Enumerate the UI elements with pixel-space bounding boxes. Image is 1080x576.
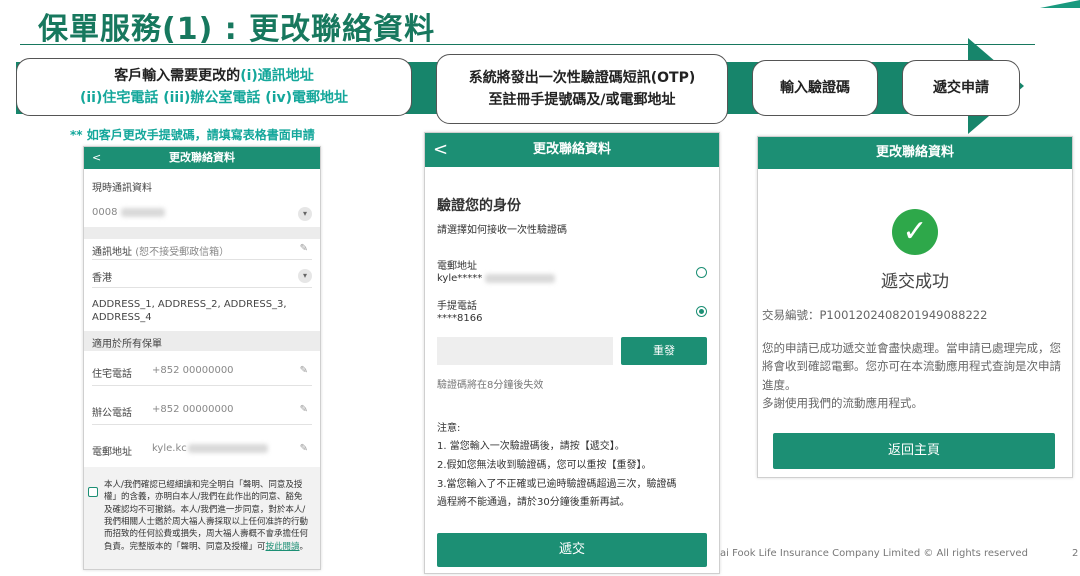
screen2-header-title: 更改聯絡資料	[532, 142, 611, 157]
edit-pencil-icon[interactable]: ✎	[300, 365, 308, 376]
corner-decoration	[1040, 0, 1080, 8]
current-info-value: 0008	[92, 207, 118, 218]
success-title: 遞交成功	[881, 272, 949, 292]
flow-step-1-highlight: (i)通訊地址	[240, 67, 314, 84]
blurred-text	[188, 444, 268, 453]
success-check-icon: ✓	[892, 209, 938, 255]
consent-read-link[interactable]: 按此閱讀	[266, 542, 300, 552]
flow-step-1-line-1: 客戶輸入需要更改的(i)通訊地址	[114, 65, 314, 87]
notice-item-2: 2.假如您無法收到驗證碼，您可以重按【重發】。	[437, 460, 652, 471]
address-lines[interactable]: ADDRESS_1, ADDRESS_2, ADDRESS_3, ADDRESS…	[92, 299, 312, 324]
section-label: 適用於所有保單	[92, 339, 162, 350]
page-title: 保單服務(1) : 更改聯絡資料	[38, 12, 436, 47]
consent-section: 本人/我們確認已經細讀和完全明白「聲明、同意及授權」的含義，亦明白本人/我們在此…	[84, 467, 320, 569]
address-label-row: 通訊地址 (恕不接受郵政信箱）	[92, 243, 312, 258]
home-phone-row[interactable]: 住宅電話 +852 00000000	[92, 365, 312, 380]
flow-step-2-line-2: 至註冊手提號碼及/或電郵地址	[488, 92, 676, 108]
screen1-header: < 更改聯絡資料	[84, 147, 320, 169]
resend-button[interactable]: 重發	[621, 337, 707, 365]
screen-verify-identity: < 更改聯絡資料 驗證您的身份 請選擇如何接收一次性驗證碼 電郵地址 kyle*…	[424, 132, 720, 574]
office-phone-label: 辦公電話	[92, 408, 132, 419]
otp-input[interactable]	[437, 337, 613, 365]
notice-title: 注意:	[437, 423, 461, 434]
address-hint: (恕不接受郵政信箱）	[135, 247, 230, 258]
otp-expiry-text: 驗證碼將在8分鐘後失效	[437, 380, 544, 391]
email-radio[interactable]	[696, 267, 707, 278]
divider	[92, 259, 312, 260]
flow-step-1-prefix: 客戶輸入需要更改的	[114, 67, 241, 84]
divider	[92, 287, 312, 288]
verify-heading: 驗證您的身份	[437, 198, 521, 214]
back-arrow-icon[interactable]: <	[92, 147, 101, 169]
flow-step-1: 客戶輸入需要更改的(i)通訊地址 (ii)住宅電話 (iii)辦公室電話 (iv…	[16, 58, 412, 116]
mobile-option-label: 手提電話	[437, 301, 477, 312]
divider	[92, 385, 312, 386]
mobile-radio[interactable]	[696, 306, 707, 317]
consent-text: 本人/我們確認已經細讀和完全明白「聲明、同意及授權」的含義，亦明白本人/我們在此…	[104, 479, 310, 553]
back-arrow-icon[interactable]: <	[433, 133, 448, 167]
mobile-option-value: ****8166	[437, 313, 483, 324]
edit-pencil-icon[interactable]: ✎	[300, 243, 308, 254]
screen-change-contact-form: < 更改聯絡資料 現時通訊資料 0008 ▾ 通訊地址 (恕不接受郵政信箱） ✎…	[83, 146, 321, 570]
screen2-header: < 更改聯絡資料	[425, 133, 719, 167]
home-phone-value: +852 00000000	[152, 365, 234, 376]
blurred-text	[120, 207, 165, 217]
region-select[interactable]: 香港	[92, 269, 312, 284]
office-phone-value: +852 00000000	[152, 404, 234, 415]
chevron-down-icon[interactable]: ▾	[298, 269, 312, 283]
email-option-value: kyle*****	[437, 273, 483, 284]
transaction-number: 交易編號：P1001202408201949088222	[762, 308, 988, 322]
flow-step-4: 遞交申請	[902, 60, 1020, 116]
footer-copyright: ai Fook Life Insurance Company Limited ©…	[720, 548, 1028, 559]
verify-subheading: 請選擇如何接收一次性驗證碼	[437, 225, 567, 236]
office-phone-row[interactable]: 辦公電話 +852 00000000	[92, 404, 312, 419]
email-row[interactable]: 電郵地址 kyle.kc	[92, 443, 312, 458]
consent-checkbox[interactable]	[88, 487, 98, 497]
divider	[92, 424, 312, 425]
consent-end: 。	[299, 541, 309, 552]
email-option-value-row: kyle*****	[437, 273, 556, 284]
email-value: kyle.kc	[152, 443, 187, 454]
section-divider	[84, 227, 320, 239]
success-message: 您的申請已成功遞交並會盡快處理。當申請已處理完成，您將會收到確認電郵。您亦可在本…	[762, 339, 1066, 413]
email-label: 電郵地址	[92, 447, 132, 458]
screen-submit-success: 更改聯絡資料 ✓ 遞交成功 交易編號：P10012024082019490882…	[757, 136, 1073, 478]
screen3-header: 更改聯絡資料	[758, 137, 1072, 169]
flow-step-1-line-2: (ii)住宅電話 (iii)辦公室電話 (iv)電郵地址	[79, 90, 349, 106]
email-option-label: 電郵地址	[437, 261, 477, 272]
notice-item-3a: 3.當您輸入了不正確或已逾時驗證碼超過三次，驗證碼	[437, 479, 677, 490]
notice-item-3b: 過程將不能通過，請於30分鐘後重新再試。	[437, 497, 630, 508]
edit-pencil-icon[interactable]: ✎	[300, 443, 308, 454]
flow-step-3: 輸入驗證碼	[752, 60, 878, 116]
notice-item-1: 1. 當您輸入一次驗證碼後，請按【遞交】。	[437, 441, 625, 452]
submit-button[interactable]: 遞交	[437, 533, 707, 567]
home-phone-label: 住宅電話	[92, 369, 132, 380]
current-info-select[interactable]: 0008	[92, 207, 312, 218]
success-message-2: 多謝使用我們的流動應用程式。	[762, 396, 923, 411]
flow-step-2: 系統將發出一次性驗證碼短訊(OTP) 至註冊手提號碼及/或電郵地址	[436, 54, 728, 124]
address-label: 通訊地址	[92, 247, 132, 258]
edit-pencil-icon[interactable]: ✎	[300, 404, 308, 415]
success-message-1: 您的申請已成功遞交並會盡快處理。當申請已處理完成，您將會收到確認電郵。您亦可在本…	[762, 341, 1061, 392]
blurred-text	[485, 273, 556, 283]
screen1-header-title: 更改聯絡資料	[169, 151, 235, 164]
page-number: 2	[1072, 548, 1079, 559]
return-home-button[interactable]: 返回主頁	[773, 433, 1055, 469]
current-info-label: 現時通訊資料	[92, 183, 152, 194]
mobile-change-note: ** 如客戶更改手提號碼，請填寫表格書面申請	[70, 128, 315, 142]
chevron-down-icon[interactable]: ▾	[298, 207, 312, 221]
title-divider	[20, 44, 1035, 45]
flow-step-2-line-1: 系統將發出一次性驗證碼短訊(OTP)	[468, 69, 696, 86]
